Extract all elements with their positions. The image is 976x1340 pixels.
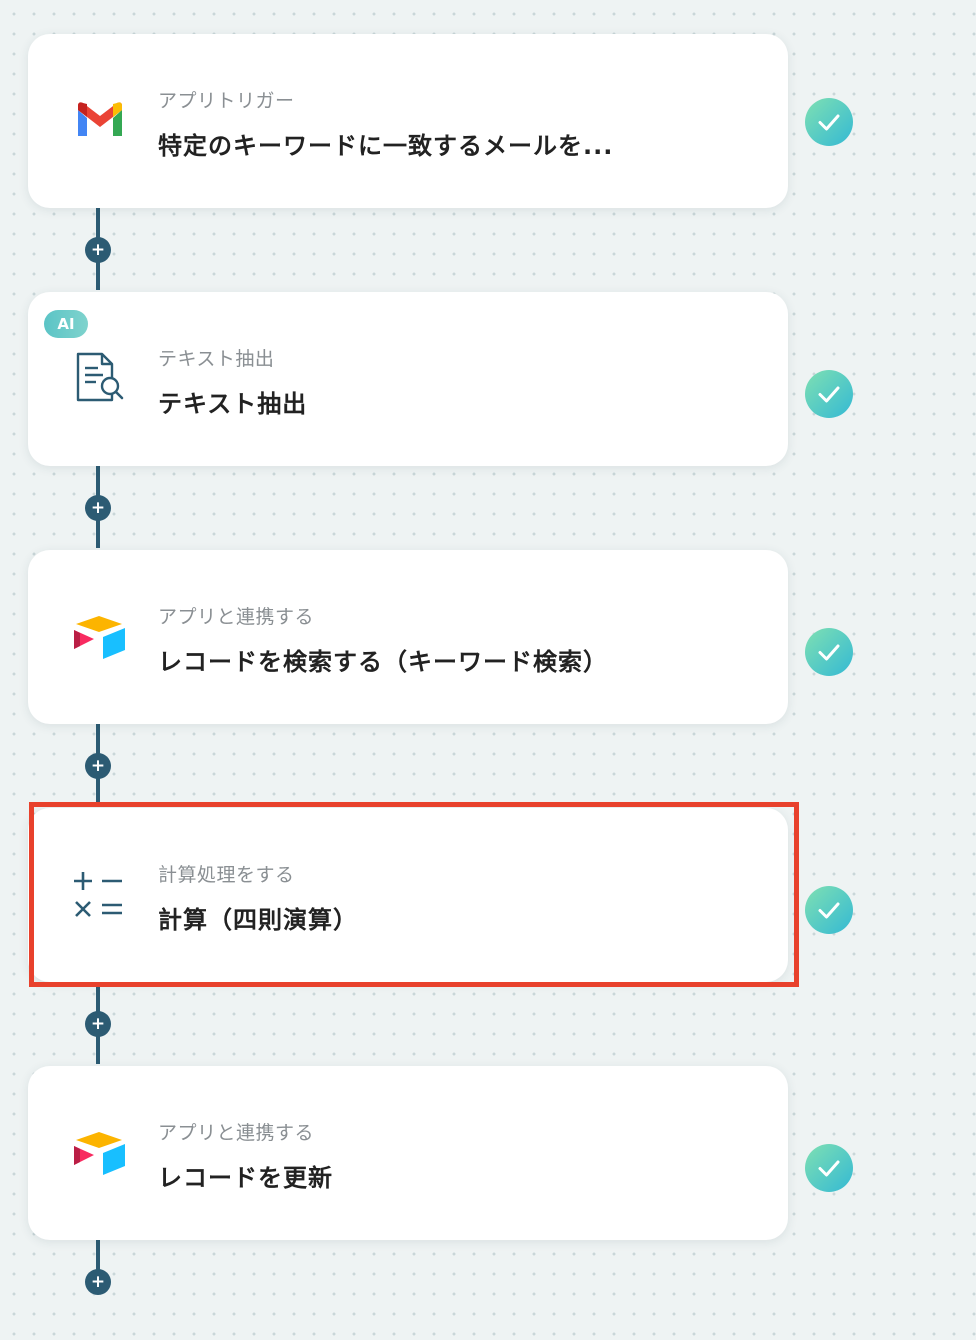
airtable-icon [70, 606, 130, 666]
step-title: 計算（四則演算） [158, 906, 358, 934]
step-card-airtable-update[interactable]: アプリと連携する レコードを更新 [28, 1066, 788, 1240]
airtable-icon [70, 1122, 130, 1182]
calculator-operators-icon [70, 864, 130, 924]
add-step-button[interactable]: + [85, 495, 111, 521]
add-step-button[interactable]: + [85, 1269, 111, 1295]
step-completed-check-icon [805, 1144, 853, 1192]
step-title: 特定のキーワードに一致するメールを... [158, 132, 614, 160]
step-completed-check-icon [805, 628, 853, 676]
step-label: テキスト抽出 [158, 348, 275, 370]
step-completed-check-icon [805, 886, 853, 934]
gmail-icon [70, 90, 130, 150]
add-step-button[interactable]: + [85, 1011, 111, 1037]
step-label: 計算処理をする [158, 864, 295, 886]
step-label: アプリトリガー [158, 90, 295, 112]
text-extract-icon [70, 348, 130, 408]
step-title: テキスト抽出 [158, 390, 308, 418]
step-card-text-extraction[interactable]: AI テキスト抽出 テキスト抽出 [28, 292, 788, 466]
step-card-calculation[interactable]: 計算処理をする 計算（四則演算） [28, 808, 788, 982]
step-title: レコードを検索する（キーワード検索） [158, 648, 608, 676]
step-label: アプリと連携する [158, 1122, 315, 1144]
step-completed-check-icon [805, 370, 853, 418]
step-card-airtable-search[interactable]: アプリと連携する レコードを検索する（キーワード検索） [28, 550, 788, 724]
step-title: レコードを更新 [158, 1164, 333, 1192]
step-label: アプリと連携する [158, 606, 315, 628]
ai-badge: AI [44, 310, 88, 338]
add-step-button[interactable]: + [85, 237, 111, 263]
add-step-button[interactable]: + [85, 753, 111, 779]
step-completed-check-icon [805, 98, 853, 146]
step-card-gmail-trigger[interactable]: アプリトリガー 特定のキーワードに一致するメールを... [28, 34, 788, 208]
